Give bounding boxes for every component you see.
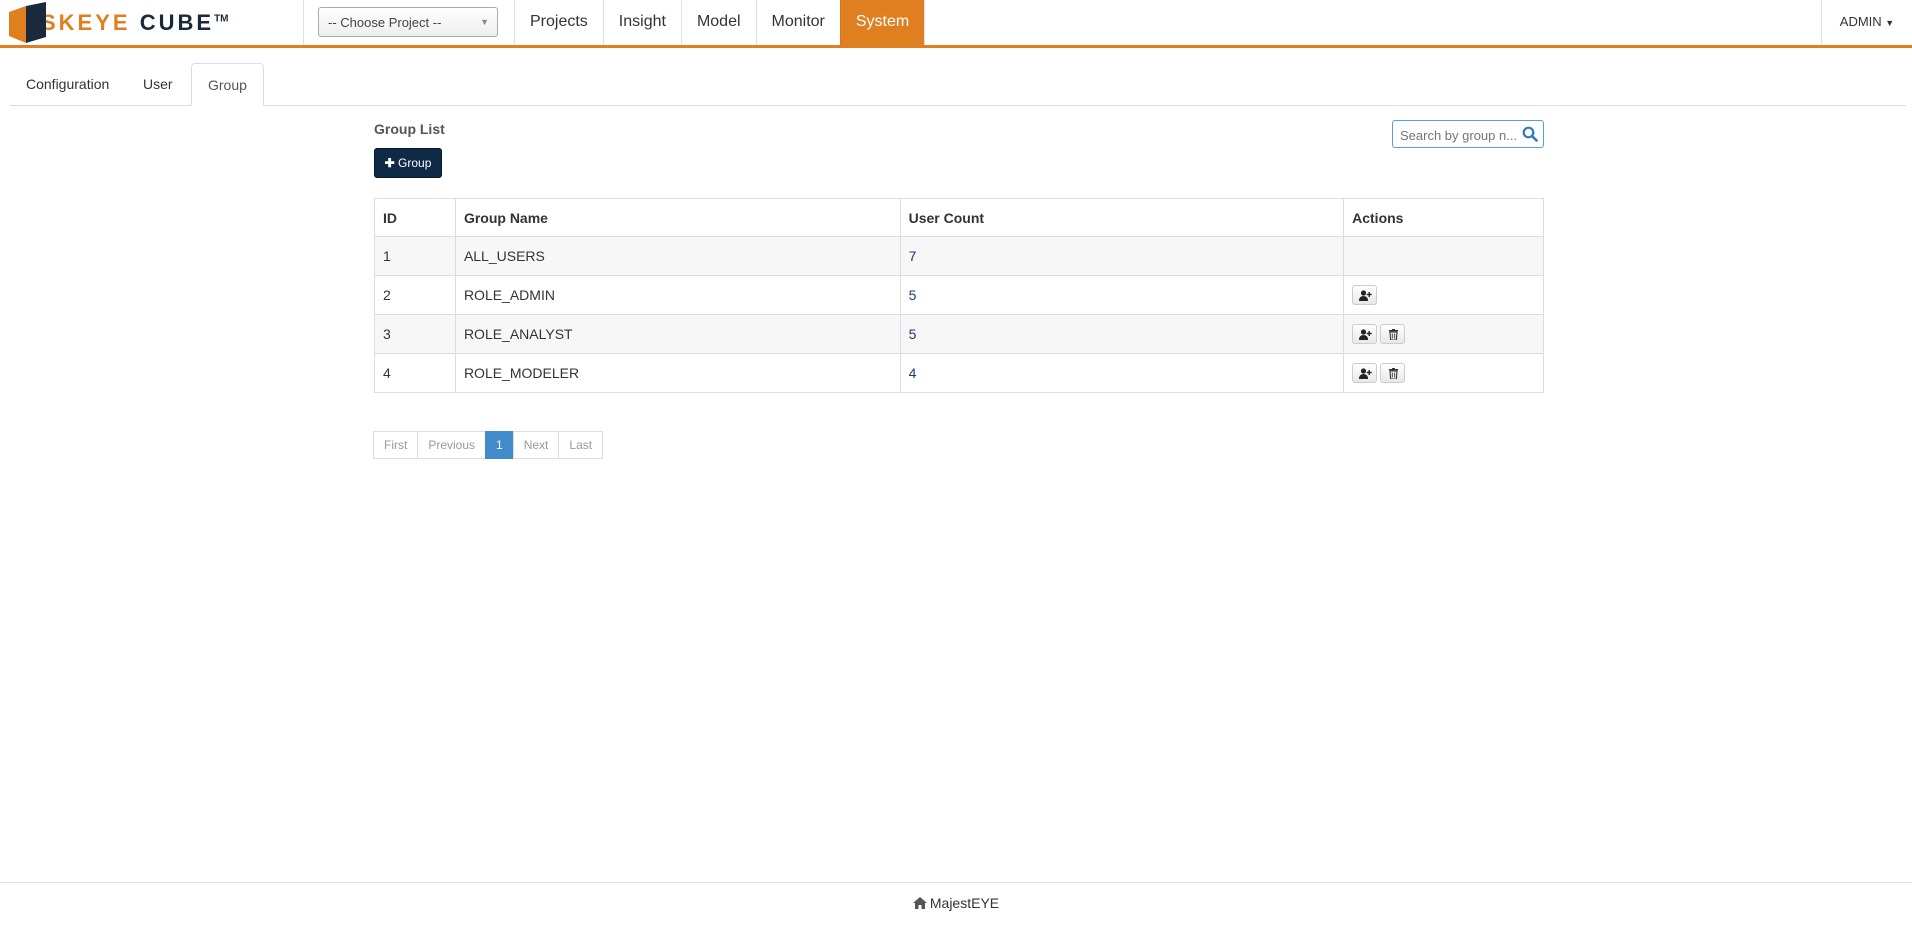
cell-group-name: ROLE_ANALYST bbox=[454, 314, 901, 354]
user-plus-icon bbox=[1359, 329, 1372, 340]
cell-actions bbox=[1343, 353, 1544, 393]
user-plus-icon bbox=[1359, 290, 1372, 301]
page-title: Group List bbox=[374, 121, 445, 137]
pagination: First Previous 1 Next Last bbox=[373, 431, 604, 459]
footer: MajestEYE bbox=[0, 882, 1912, 928]
page-previous[interactable]: Previous bbox=[417, 431, 487, 459]
chevron-down-icon: ▼ bbox=[480, 17, 489, 27]
page-last[interactable]: Last bbox=[558, 431, 604, 459]
brand-logo[interactable]: SKEYE CUBETM bbox=[9, 2, 229, 43]
divider bbox=[303, 0, 304, 45]
nav-monitor[interactable]: Monitor bbox=[755, 0, 840, 45]
nav-model[interactable]: Model bbox=[680, 0, 756, 45]
column-header-group-name[interactable]: Group Name bbox=[454, 198, 901, 237]
add-group-button[interactable]: ✚ Group bbox=[374, 148, 442, 178]
project-select-value: -- Choose Project -- bbox=[328, 15, 442, 30]
delete-group-button[interactable] bbox=[1380, 324, 1406, 344]
page-current[interactable]: 1 bbox=[485, 431, 514, 459]
project-select[interactable]: -- Choose Project -- ▼ bbox=[318, 7, 498, 37]
cube-logo-icon bbox=[9, 2, 46, 43]
brand-name: SKEYE CUBETM bbox=[41, 9, 229, 35]
page-next[interactable]: Next bbox=[512, 431, 560, 459]
table-row: 3 ROLE_ANALYST 5 bbox=[374, 314, 1544, 354]
delete-group-button[interactable] bbox=[1380, 363, 1406, 383]
tab-group[interactable]: Group bbox=[191, 63, 264, 106]
nav-projects[interactable]: Projects bbox=[514, 0, 603, 45]
cell-actions bbox=[1343, 236, 1544, 276]
tab-user[interactable]: User bbox=[127, 63, 189, 105]
top-navbar: SKEYE CUBETM -- Choose Project -- ▼ Proj… bbox=[0, 0, 1912, 48]
user-menu[interactable]: ADMIN ▼ bbox=[1821, 0, 1912, 45]
trash-icon bbox=[1389, 329, 1399, 340]
search-input[interactable] bbox=[1398, 122, 1522, 148]
column-header-actions: Actions bbox=[1343, 198, 1544, 237]
table-row: 4 ROLE_MODELER 4 bbox=[374, 353, 1544, 393]
group-table: ID Group Name User Count Actions 1 ALL_U… bbox=[374, 198, 1544, 393]
cell-actions bbox=[1343, 275, 1544, 315]
trash-icon bbox=[1389, 368, 1399, 379]
add-user-button[interactable] bbox=[1352, 324, 1378, 344]
add-group-label: Group bbox=[398, 156, 432, 170]
user-menu-label: ADMIN bbox=[1839, 14, 1882, 29]
footer-link[interactable]: MajestEYE bbox=[930, 895, 999, 911]
cell-id: 3 bbox=[374, 314, 456, 354]
cell-user-count[interactable]: 4 bbox=[899, 353, 1345, 393]
search-box bbox=[1392, 120, 1544, 148]
cell-group-name: ROLE_ADMIN bbox=[454, 275, 901, 315]
table-header-row: ID Group Name User Count Actions bbox=[374, 198, 1544, 237]
cell-id: 2 bbox=[374, 275, 456, 315]
cell-user-count[interactable]: 5 bbox=[899, 314, 1345, 354]
search-icon[interactable] bbox=[1522, 126, 1538, 142]
cell-id: 4 bbox=[374, 353, 456, 393]
plus-icon: ✚ bbox=[384, 156, 395, 170]
cell-group-name: ALL_USERS bbox=[454, 236, 901, 276]
table-row: 1 ALL_USERS 7 bbox=[374, 236, 1544, 276]
nav-insight[interactable]: Insight bbox=[602, 0, 681, 45]
tab-configuration[interactable]: Configuration bbox=[10, 63, 125, 105]
add-user-button[interactable] bbox=[1352, 363, 1378, 383]
user-plus-icon bbox=[1359, 368, 1372, 379]
main-nav: Projects Insight Model Monitor System bbox=[514, 0, 926, 45]
column-header-user-count[interactable]: User Count bbox=[899, 198, 1345, 237]
cell-actions bbox=[1343, 314, 1544, 354]
cell-group-name: ROLE_MODELER bbox=[454, 353, 901, 393]
caret-down-icon: ▼ bbox=[1885, 18, 1895, 28]
cell-id: 1 bbox=[374, 236, 456, 276]
system-tabs: Configuration User Group bbox=[10, 63, 1906, 106]
table-row: 2 ROLE_ADMIN 5 bbox=[374, 275, 1544, 315]
nav-system[interactable]: System bbox=[839, 0, 926, 45]
column-header-id[interactable]: ID bbox=[374, 198, 456, 237]
page-first[interactable]: First bbox=[373, 431, 419, 459]
cell-user-count[interactable]: 7 bbox=[899, 236, 1345, 276]
add-user-button[interactable] bbox=[1352, 285, 1378, 305]
home-icon bbox=[912, 897, 927, 909]
cell-user-count[interactable]: 5 bbox=[899, 275, 1345, 315]
